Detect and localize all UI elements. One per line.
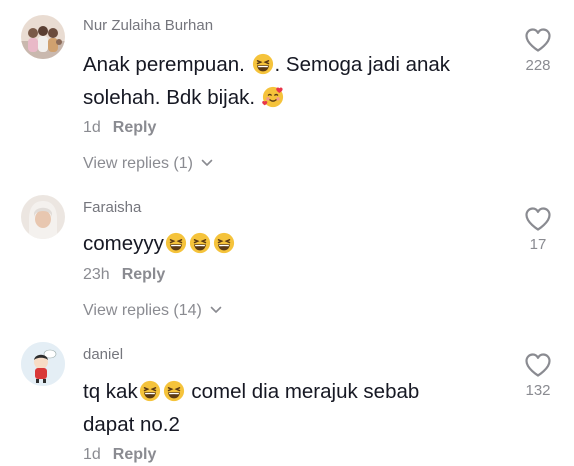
view-replies-label: View replies (1) [83,155,193,172]
reply-button[interactable]: Reply [113,446,157,463]
view-replies-button[interactable]: View replies (1) [83,155,213,173]
comment-username[interactable]: Faraisha [83,199,141,216]
comment-text-part: dapat no.2 [83,413,180,436]
grinning-squinting-face-emoji [213,232,235,254]
grinning-squinting-face-emoji [163,380,185,402]
comment-text-part: comel dia merajuk sebab [185,380,420,403]
grinning-squinting-face-emoji [139,380,161,402]
heart-outline-icon[interactable] [524,352,552,378]
like-count: 132 [525,382,551,399]
comment-meta: 23h Reply [83,266,165,284]
avatar[interactable] [21,195,65,239]
comment-text: Anak perempuan. . Semoga jadi anak soleh… [83,48,503,114]
comment-time: 1d [83,446,101,463]
comment-meta: 1d Reply [83,446,156,464]
heart-outline-icon[interactable] [524,27,552,53]
comment-text-part: Anak perempuan. [83,53,245,76]
avatar[interactable] [21,342,65,386]
comment-username[interactable]: Nur Zulaiha Burhan [83,17,213,34]
chevron-down-icon [201,159,213,167]
comment-text-part: comeyyy [83,232,164,255]
like-count: 228 [525,57,551,74]
avatar[interactable] [21,15,65,59]
reply-button[interactable]: Reply [113,119,157,136]
comment-time: 23h [83,266,110,283]
comment-text: tq kak comel dia merajuk sebab dapat no.… [83,375,503,441]
comment-meta: 1d Reply [83,119,156,137]
comment-text-part: solehah. Bdk bijak. [83,86,256,109]
chevron-down-icon [210,306,222,314]
like-count: 17 [529,236,547,253]
grinning-squinting-face-emoji [252,53,274,75]
smiling-face-with-hearts-emoji [262,86,284,108]
view-replies-label: View replies (14) [83,302,202,319]
grinning-squinting-face-emoji [189,232,211,254]
view-replies-button[interactable]: View replies (14) [83,302,222,320]
comment-text-part: tq kak [83,380,138,403]
comment-text: comeyyy [83,227,503,260]
comment-time: 1d [83,119,101,136]
reply-button[interactable]: Reply [122,266,166,283]
grinning-squinting-face-emoji [165,232,187,254]
comment-text-part: . Semoga jadi anak [274,53,451,76]
heart-outline-icon[interactable] [524,206,552,232]
comment-username[interactable]: daniel [83,346,123,363]
